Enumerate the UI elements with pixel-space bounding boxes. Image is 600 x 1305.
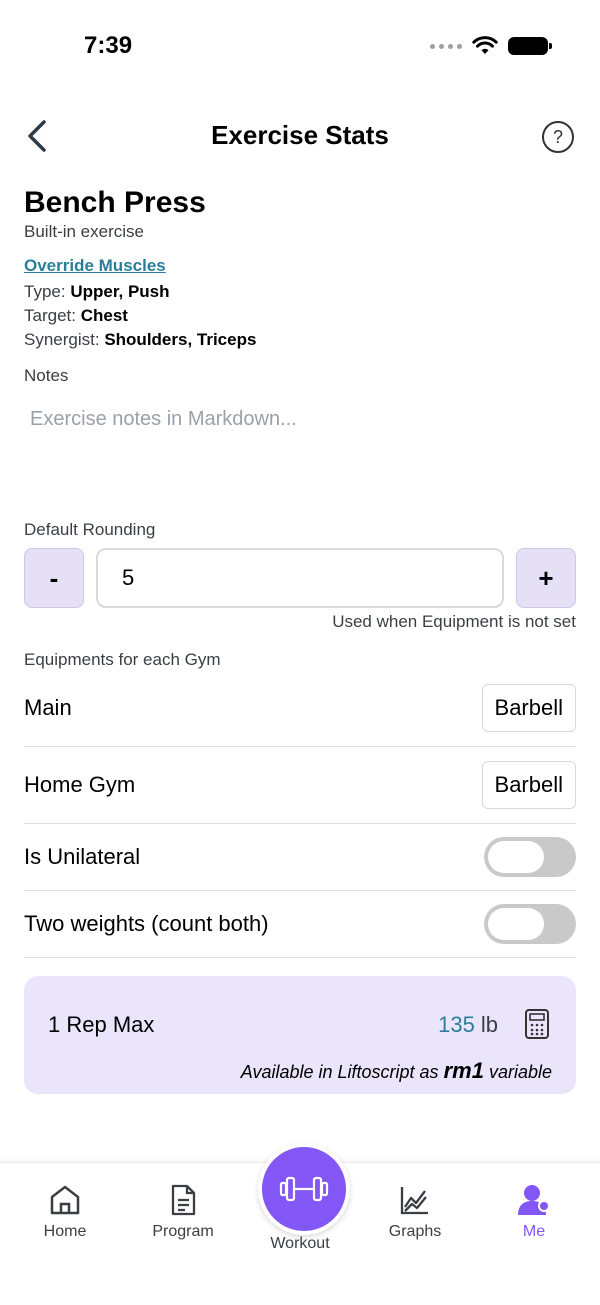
unilateral-label: Is Unilateral	[24, 844, 141, 869]
tab-me-label: Me	[522, 1223, 546, 1240]
tab-home[interactable]: Home	[5, 1183, 125, 1241]
two-weights-toggle[interactable]	[484, 904, 576, 944]
synergist-row: Synergist: Shoulders, Triceps	[24, 328, 576, 352]
rounding-decrement-button[interactable]: -	[24, 548, 84, 608]
rounding-row: - 5 +	[24, 548, 576, 608]
type-label: Type:	[24, 282, 66, 301]
me-icon	[518, 1185, 550, 1215]
gym-row-main: Main Barbell	[24, 670, 576, 747]
type-row: Type: Upper, Push	[24, 280, 576, 304]
exercise-name: Bench Press	[24, 186, 206, 219]
rep-max-value[interactable]: 135 lb	[438, 1012, 498, 1038]
calculator-icon[interactable]	[524, 1008, 550, 1040]
equipment-select-home[interactable]: Barbell	[481, 761, 576, 809]
status-bar: 7:39	[0, 0, 600, 96]
tab-home-label: Home	[43, 1223, 87, 1240]
note-prefix: Available in Liftoscript as	[240, 1062, 439, 1082]
tab-program-label: Program	[152, 1223, 214, 1240]
target-value: Chest	[80, 306, 128, 325]
signal-icon	[430, 43, 462, 49]
workout-button[interactable]	[258, 1143, 350, 1235]
status-icons	[430, 36, 552, 56]
graphs-icon	[400, 1187, 428, 1215]
tab-me[interactable]: Me	[474, 1183, 594, 1241]
rep-max-unit: lb	[480, 1012, 498, 1037]
home-icon	[50, 1185, 80, 1215]
unilateral-row: Is Unilateral	[24, 824, 576, 891]
notes-label: Notes	[24, 366, 69, 385]
status-time: 7:39	[84, 32, 133, 59]
synergist-value: Shoulders, Triceps	[104, 330, 257, 349]
exercise-subtitle: Built-in exercise	[24, 222, 144, 241]
override-muscles-link[interactable]: Override Muscles	[24, 256, 576, 276]
gym-name: Main	[24, 695, 72, 720]
rep-max-card: 1 Rep Max 135 lb Available in Liftoscript…	[24, 976, 576, 1094]
rounding-label: Default Rounding	[24, 520, 156, 539]
synergist-label: Synergist:	[24, 330, 100, 349]
equipments-label: Equipments for each Gym	[24, 650, 221, 669]
tab-graphs-label: Graphs	[388, 1223, 442, 1240]
two-weights-row: Two weights (count both)	[24, 891, 576, 958]
page-title: Exercise Stats	[211, 120, 389, 150]
help-button[interactable]: ?	[542, 121, 574, 153]
gym-row-home: Home Gym Barbell	[24, 747, 576, 824]
type-value: Upper, Push	[70, 282, 170, 301]
toggle-knob	[488, 841, 544, 873]
note-suffix: variable	[488, 1062, 552, 1082]
wifi-icon	[472, 36, 498, 54]
notes-input[interactable]: Exercise notes in Markdown...	[24, 408, 576, 498]
equipment-select-main[interactable]: Barbell	[481, 684, 576, 732]
rounding-increment-button[interactable]: +	[516, 548, 576, 608]
exercise-content: Bench Press Built-in exercise Override M…	[24, 182, 576, 958]
two-weights-label: Two weights (count both)	[24, 911, 269, 936]
tab-workout-label[interactable]: Workout	[240, 1235, 360, 1253]
unilateral-toggle[interactable]	[484, 837, 576, 877]
target-row: Target: Chest	[24, 304, 576, 328]
dumbbell-icon	[279, 1176, 329, 1202]
gym-name: Home Gym	[24, 772, 136, 797]
bottom-tab-bar: Home Program Workout Graphs Me	[0, 1143, 600, 1305]
battery-icon	[508, 37, 552, 55]
rounding-input[interactable]: 5	[96, 548, 504, 608]
liftoscript-note: Available in Liftoscript as rm1 variable	[241, 1058, 552, 1084]
nav-header: Exercise Stats ?	[0, 110, 600, 166]
rounding-hint: Used when Equipment is not set	[332, 612, 576, 631]
tab-graphs[interactable]: Graphs	[355, 1183, 475, 1241]
note-variable: rm1	[443, 1058, 484, 1083]
tab-program[interactable]: Program	[123, 1183, 243, 1241]
target-label: Target:	[24, 306, 76, 325]
rep-max-label: 1 Rep Max	[48, 1012, 155, 1037]
program-icon	[171, 1184, 196, 1216]
rep-max-number[interactable]: 135	[438, 1012, 475, 1037]
toggle-knob	[488, 908, 544, 940]
